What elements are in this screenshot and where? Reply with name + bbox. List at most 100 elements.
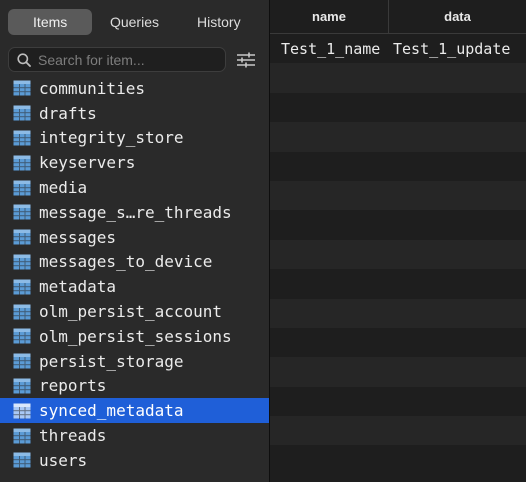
sidebar-item[interactable]: keyservers	[0, 150, 269, 175]
sidebar-item-label: drafts	[39, 103, 97, 123]
sidebar-item[interactable]: olm_persist_sessions	[0, 324, 269, 349]
tab-bar: Items Queries History	[8, 9, 261, 35]
table-row[interactable]	[270, 152, 526, 181]
cell-data[interactable]	[389, 152, 526, 181]
cell-data[interactable]	[389, 210, 526, 239]
sidebar-item[interactable]: metadata	[0, 274, 269, 299]
table-icon	[13, 254, 31, 270]
sidebar-item[interactable]: messages_to_device	[0, 250, 269, 275]
sidebar-item-label: messages_to_device	[39, 252, 213, 272]
cell-data[interactable]	[389, 328, 526, 357]
table-row[interactable]	[270, 239, 526, 270]
sidebar-item-label: message_s…re_threads	[39, 202, 232, 222]
tab-items[interactable]: Items	[8, 9, 93, 35]
sidebar-item-label: media	[39, 178, 88, 198]
table-row[interactable]	[270, 93, 526, 122]
cell-data[interactable]	[389, 357, 526, 386]
sidebar-item-label: reports	[39, 376, 107, 396]
cell-name[interactable]: Test_1_name	[270, 34, 389, 63]
table-row[interactable]	[270, 387, 526, 416]
filter-button[interactable]	[236, 50, 256, 70]
tab-history[interactable]: History	[177, 9, 261, 35]
cell-name[interactable]	[270, 93, 389, 122]
cell-data[interactable]	[389, 269, 526, 298]
sidebar: Items Queries History communities drafts i…	[0, 0, 269, 482]
sidebar-item-label: persist_storage	[39, 351, 184, 371]
table-icon	[13, 229, 31, 246]
table-row[interactable]	[270, 328, 526, 357]
search-input[interactable]	[38, 51, 208, 68]
sidebar-item-label: threads	[39, 426, 107, 446]
cell-data[interactable]	[389, 299, 526, 328]
sidebar-item[interactable]: persist_storage	[0, 349, 269, 374]
table-icon	[13, 130, 31, 146]
sidebar-item[interactable]: integrity_store	[0, 126, 269, 151]
sidebar-item[interactable]: threads	[0, 423, 269, 448]
cell-data[interactable]	[389, 387, 526, 416]
table-row[interactable]	[270, 357, 526, 387]
sidebar-item[interactable]: reports	[0, 374, 269, 399]
sidebar-item[interactable]: synced_metadata	[0, 398, 269, 424]
table-icon	[13, 378, 31, 394]
table-row[interactable]	[270, 298, 526, 328]
cell-name[interactable]	[270, 152, 389, 181]
cell-name[interactable]	[270, 328, 389, 357]
column-header-name[interactable]: name	[270, 0, 389, 33]
table-row[interactable]	[270, 210, 526, 239]
table-icon	[13, 428, 31, 444]
data-table: name data Test_1_name Test_1_update	[270, 0, 526, 482]
table-icon	[13, 452, 31, 469]
cell-name[interactable]	[270, 240, 389, 269]
table-header: name data	[270, 0, 526, 34]
cell-name[interactable]	[270, 269, 389, 298]
cell-data[interactable]	[389, 445, 526, 474]
cell-data[interactable]	[389, 416, 526, 445]
table-row[interactable]	[270, 269, 526, 298]
sidebar-item[interactable]: olm_persist_account	[0, 299, 269, 324]
sidebar-item-label: communities	[39, 78, 145, 98]
sidebar-item[interactable]: messages	[0, 225, 269, 250]
cell-data[interactable]	[389, 93, 526, 122]
cell-name[interactable]	[270, 299, 389, 328]
table-icon	[13, 204, 31, 221]
cell-data[interactable]	[389, 240, 526, 269]
cell-data[interactable]	[389, 63, 526, 92]
sliders-icon	[237, 52, 255, 68]
table-row[interactable]	[270, 416, 526, 446]
sidebar-item-label: messages	[39, 227, 117, 247]
cell-data[interactable]	[389, 122, 526, 151]
table-icon	[13, 155, 31, 171]
table-row[interactable]	[270, 180, 526, 211]
search-field[interactable]	[8, 47, 226, 72]
table-icon	[13, 279, 31, 295]
cell-name[interactable]	[270, 357, 389, 386]
table-body: Test_1_name Test_1_update	[270, 34, 526, 475]
table-row[interactable]	[270, 445, 526, 474]
cell-name[interactable]	[270, 387, 389, 416]
sidebar-item[interactable]: media	[0, 175, 269, 200]
sidebar-item-label: users	[39, 450, 88, 470]
sidebar-item[interactable]: drafts	[0, 101, 269, 126]
cell-name[interactable]	[270, 181, 389, 210]
cell-name[interactable]	[270, 122, 389, 151]
column-header-data[interactable]: data	[389, 0, 526, 33]
table-icon	[13, 105, 31, 122]
cell-name[interactable]	[270, 416, 389, 445]
cell-name[interactable]	[270, 445, 389, 474]
cell-data[interactable]	[389, 181, 526, 210]
table-row[interactable]	[270, 63, 526, 93]
sidebar-item[interactable]: message_s…re_threads	[0, 200, 269, 225]
cell-data[interactable]: Test_1_update	[389, 34, 526, 63]
cell-name[interactable]	[270, 63, 389, 92]
table-row[interactable]: Test_1_name Test_1_update	[270, 34, 526, 63]
table-icon	[13, 403, 31, 419]
sidebar-item-label: synced_metadata	[39, 401, 184, 421]
sidebar-item-label: metadata	[39, 277, 117, 297]
sidebar-item[interactable]: users	[0, 448, 269, 473]
sidebar-item[interactable]: communities	[0, 76, 269, 101]
sidebar-item-label: integrity_store	[39, 128, 184, 148]
tab-queries[interactable]: Queries	[92, 9, 176, 35]
table-icon	[13, 328, 31, 345]
cell-name[interactable]	[270, 210, 389, 239]
table-row[interactable]	[270, 122, 526, 152]
